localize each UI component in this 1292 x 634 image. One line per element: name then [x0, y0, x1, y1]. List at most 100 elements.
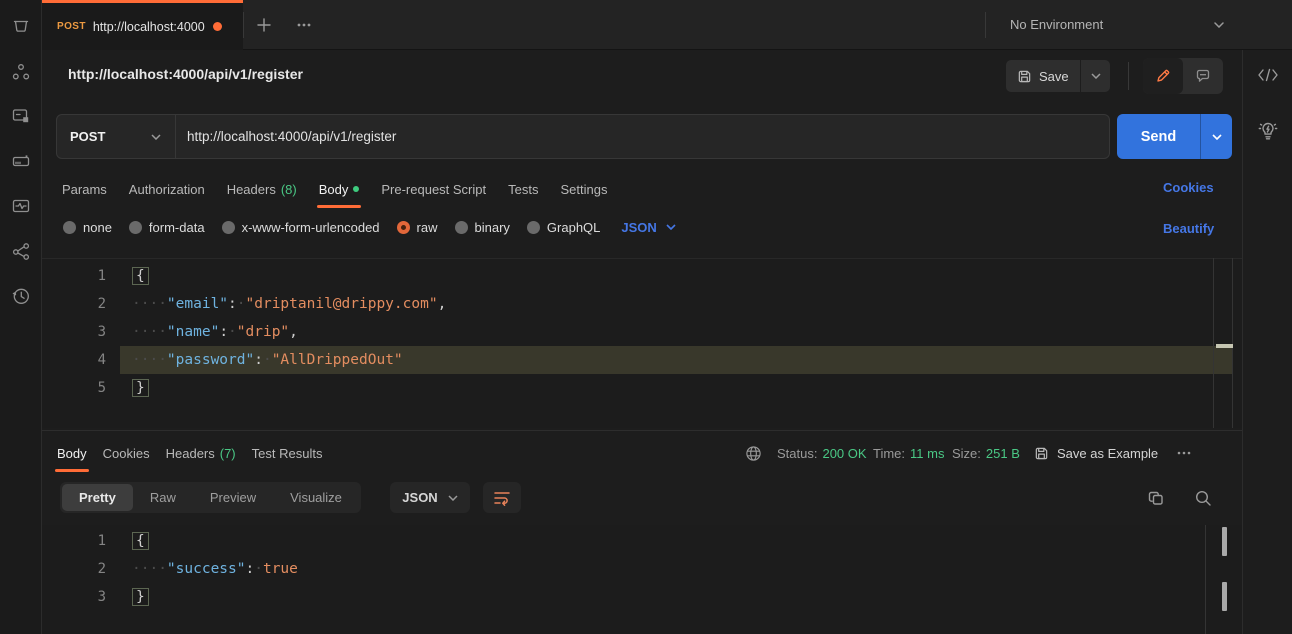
view-pretty[interactable]: Pretty — [62, 484, 133, 511]
tab-body[interactable]: Body — [319, 172, 360, 206]
response-body-editor[interactable]: 1{2····"success":·true3} — [42, 525, 1242, 634]
search-response-icon[interactable] — [1192, 487, 1214, 509]
copy-response-icon[interactable] — [1146, 488, 1166, 508]
code-snippet-icon[interactable] — [1256, 64, 1280, 86]
url-bar: POST http://localhost:4000/api/v1/regist… — [56, 114, 1110, 159]
editor-overview-ruler-line — [1232, 258, 1233, 428]
send-options-chevron-icon[interactable] — [1200, 114, 1232, 159]
line-number: 2 — [42, 555, 112, 583]
response-more-options-icon[interactable] — [1175, 437, 1193, 469]
code-content: { — [112, 527, 149, 555]
request-body-editor[interactable]: 1{2····"email":·"driptanil@drippy.com",3… — [42, 258, 1242, 428]
mode-binary[interactable]: binary — [455, 220, 510, 235]
radio-icon — [455, 221, 468, 234]
save-icon — [1017, 69, 1032, 84]
code-content: { — [112, 262, 149, 290]
edit-mode-button[interactable] — [1143, 58, 1183, 94]
apis-icon[interactable] — [10, 61, 32, 83]
top-bar: POST http://localhost:4000 No Environmen… — [42, 0, 1292, 50]
radio-icon — [63, 221, 76, 234]
editor-cursor-marker — [1216, 344, 1233, 348]
mock-servers-icon[interactable] — [10, 150, 32, 172]
environment-selector[interactable]: No Environment — [1010, 17, 1103, 32]
headers-count: (8) — [281, 182, 297, 197]
request-tab[interactable]: POST http://localhost:4000 — [42, 0, 243, 50]
code-line-current[interactable]: 4····"password":·"AllDrippedOut" — [42, 346, 1242, 374]
tab-settings[interactable]: Settings — [560, 172, 607, 206]
time-value[interactable]: 11 ms — [910, 446, 944, 461]
history-icon[interactable] — [10, 285, 32, 307]
save-button-label: Save — [1039, 69, 1069, 84]
monitors-icon[interactable] — [10, 195, 32, 217]
method-selector[interactable]: POST — [57, 115, 176, 158]
environment-divider — [985, 12, 986, 38]
send-button-label: Send — [1117, 114, 1200, 159]
network-globe-icon[interactable] — [745, 437, 762, 469]
code-line[interactable]: 2····"success":·true — [42, 555, 1242, 583]
status-label: Status: — [777, 446, 817, 461]
line-number: 1 — [42, 527, 112, 555]
code-line[interactable]: 5} — [42, 374, 1242, 402]
response-format-selector[interactable]: JSON — [390, 482, 470, 513]
view-raw[interactable]: Raw — [133, 484, 193, 511]
mode-none[interactable]: none — [63, 220, 112, 235]
request-tabs: Params Authorization Headers(8) Body Pre… — [62, 172, 607, 206]
body-mode-row: none form-data x-www-form-urlencoded raw… — [63, 214, 676, 240]
beautify-link[interactable]: Beautify — [1163, 221, 1214, 236]
flows-icon[interactable] — [10, 240, 32, 262]
body-format-label: JSON — [621, 220, 656, 235]
line-number: 5 — [42, 374, 112, 402]
url-input[interactable]: http://localhost:4000/api/v1/register — [176, 129, 1109, 144]
line-number: 2 — [42, 290, 112, 318]
response-scrollbar-mark[interactable] — [1222, 527, 1227, 556]
collections-icon[interactable] — [10, 15, 32, 37]
send-button[interactable]: Send — [1117, 114, 1232, 159]
environment-chevron-down-icon[interactable] — [1212, 18, 1226, 32]
response-view-switcher: Pretty Raw Preview Visualize — [60, 482, 361, 513]
code-content: } — [112, 374, 149, 402]
line-number: 4 — [42, 346, 112, 374]
mode-raw[interactable]: raw — [397, 220, 438, 235]
new-tab-icon[interactable] — [252, 13, 276, 37]
size-value[interactable]: 251 B — [986, 446, 1020, 461]
wrap-text-button[interactable] — [483, 482, 521, 513]
tab-params[interactable]: Params — [62, 172, 107, 206]
save-button[interactable]: Save — [1006, 60, 1110, 92]
cookies-link[interactable]: Cookies — [1163, 180, 1214, 195]
more-tabs-icon[interactable] — [292, 13, 316, 37]
code-line[interactable]: 1{ — [42, 262, 1242, 290]
request-response-divider[interactable] — [42, 430, 1242, 431]
status-value[interactable]: 200 OK — [822, 446, 866, 461]
view-preview[interactable]: Preview — [193, 484, 273, 511]
request-title: http://localhost:4000/api/v1/register — [68, 66, 303, 82]
save-as-example-label: Save as Example — [1057, 446, 1158, 461]
code-line[interactable]: 3} — [42, 583, 1242, 611]
right-rail-divider — [1242, 50, 1243, 634]
code-line[interactable]: 3····"name":·"drip", — [42, 318, 1242, 346]
title-row-divider — [1128, 62, 1129, 90]
mode-form-data[interactable]: form-data — [129, 220, 205, 235]
view-visualize[interactable]: Visualize — [273, 484, 359, 511]
tab-headers[interactable]: Headers(8) — [227, 172, 297, 206]
save-options-chevron-icon[interactable] — [1080, 60, 1110, 92]
body-format-selector[interactable]: JSON — [621, 220, 675, 235]
save-as-example-button[interactable]: Save as Example — [1034, 437, 1158, 469]
radio-icon — [222, 221, 235, 234]
response-meta: Status: 200 OK Time: 11 ms Size: 251 B S… — [0, 437, 1292, 469]
comments-button[interactable] — [1183, 58, 1223, 94]
code-line[interactable]: 1{ — [42, 527, 1242, 555]
tab-method-label: POST — [57, 21, 86, 32]
editor-overview-ruler-line — [1213, 258, 1214, 428]
response-scrollbar-mark[interactable] — [1222, 582, 1227, 611]
environments-icon[interactable] — [10, 105, 32, 127]
comment-icon — [1195, 68, 1211, 84]
mode-x-www-form-urlencoded[interactable]: x-www-form-urlencoded — [222, 220, 380, 235]
tab-authorization[interactable]: Authorization — [129, 172, 205, 206]
code-line[interactable]: 2····"email":·"driptanil@drippy.com", — [42, 290, 1242, 318]
mode-graphql[interactable]: GraphQL — [527, 220, 600, 235]
postbot-lightbulb-icon[interactable] — [1256, 119, 1280, 143]
response-format-chevron-down-icon — [448, 495, 458, 501]
tab-tests[interactable]: Tests — [508, 172, 538, 206]
radio-selected-icon — [397, 221, 410, 234]
tab-pre-request-script[interactable]: Pre-request Script — [381, 172, 486, 206]
